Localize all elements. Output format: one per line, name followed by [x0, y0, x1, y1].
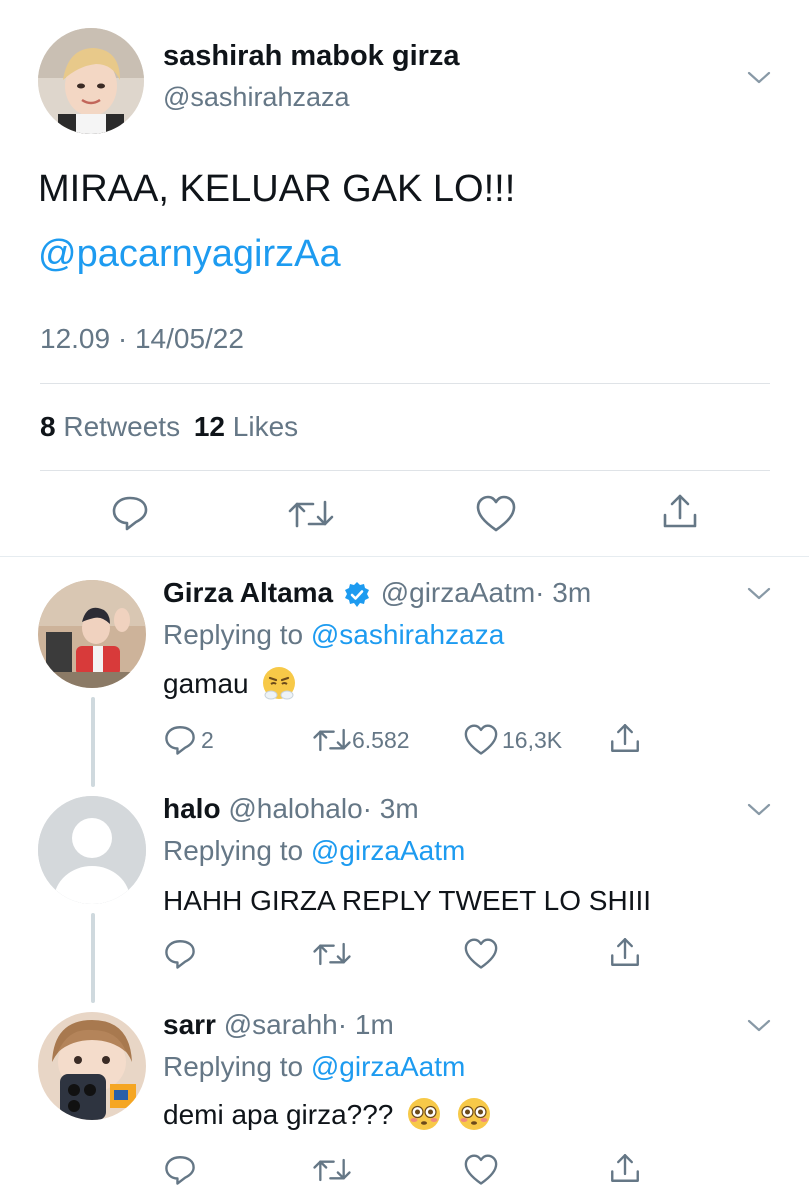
reply-avatar-default[interactable]: [38, 796, 146, 904]
tweet-text: MIRAA, KELUAR GAK LO!!!: [38, 168, 516, 210]
section-divider: [0, 556, 809, 557]
reply-avatar[interactable]: [38, 580, 146, 688]
verified-badge-icon: [344, 581, 369, 607]
share-icon[interactable]: [608, 935, 642, 969]
reply-author-handle[interactable]: @halohalo: [228, 793, 362, 824]
reply-author-handle[interactable]: @girzaAatm: [381, 577, 535, 608]
divider: [40, 470, 770, 471]
retweets-label[interactable]: Retweets: [63, 411, 180, 442]
main-author-name[interactable]: sashirah mabok girza: [163, 40, 460, 73]
chevron-down-icon[interactable]: [747, 587, 771, 601]
likes-label[interactable]: Likes: [233, 411, 298, 442]
reply-time[interactable]: · 3m: [363, 793, 419, 824]
reply-avatar[interactable]: [38, 1012, 146, 1120]
reply-header: Girza Altama @girzaAatm· 3m: [163, 577, 591, 609]
likes-count[interactable]: 12: [194, 411, 225, 442]
like-heart-icon[interactable]: [475, 495, 517, 533]
retweet-count[interactable]: 6.582: [352, 727, 410, 754]
retweet-icon[interactable]: [287, 496, 335, 532]
reply-text-content: demi apa girza???: [163, 1099, 394, 1130]
replying-to-line: Replying to @girzaAatm: [163, 1051, 465, 1083]
chevron-down-icon[interactable]: [747, 1019, 771, 1033]
main-author-handle[interactable]: @sashirahzaza: [163, 82, 350, 113]
reply-icon[interactable]: [163, 1153, 197, 1187]
reply-icon[interactable]: [163, 723, 197, 757]
reply-author-name[interactable]: halo: [163, 793, 221, 824]
tweet-timestamp[interactable]: 12.09 · 14/05/22: [40, 323, 244, 355]
replying-to-label: Replying to: [163, 1051, 304, 1082]
reply-time[interactable]: · 3m: [535, 577, 591, 608]
face-with-steam-from-nose-emoji-icon: [263, 666, 296, 700]
share-icon[interactable]: [660, 491, 700, 531]
thread-line: [91, 913, 95, 1003]
reply-text: gamau: [163, 666, 298, 702]
reply-text-content: gamau: [163, 668, 249, 699]
flushed-face-emoji-icon: [408, 1097, 441, 1130]
reply-count[interactable]: 2: [201, 727, 214, 754]
like-count[interactable]: 16,3K: [502, 727, 562, 754]
flushed-face-emoji-icon: [457, 1097, 490, 1130]
reply-header: halo @halohalo· 3m: [163, 793, 419, 825]
reply-author-name[interactable]: Girza Altama: [163, 577, 333, 608]
replying-to-mention[interactable]: @girzaAatm: [311, 835, 465, 866]
tweet-mention-link[interactable]: @pacarnyagirzAa: [38, 233, 341, 276]
replying-to-label: Replying to: [163, 619, 304, 650]
replying-to-line: Replying to @sashirahzaza: [163, 619, 504, 651]
reply-icon[interactable]: [163, 937, 197, 971]
retweet-icon[interactable]: [312, 1155, 352, 1185]
replying-to-line: Replying to @girzaAatm: [163, 835, 465, 867]
like-heart-icon[interactable]: [463, 1154, 499, 1186]
like-heart-icon[interactable]: [463, 938, 499, 970]
retweets-count[interactable]: 8: [40, 411, 56, 442]
replying-to-mention[interactable]: @sashirahzaza: [311, 619, 504, 650]
thread-line: [91, 697, 95, 787]
share-icon[interactable]: [608, 1151, 642, 1185]
share-icon[interactable]: [608, 721, 642, 755]
reply-header: sarr @sarahh· 1m: [163, 1009, 394, 1041]
retweet-icon[interactable]: [312, 725, 352, 755]
tweet-stats: 8 Retweets 12 Likes: [40, 411, 298, 443]
reply-text: demi apa girza???: [163, 1097, 493, 1133]
main-author-avatar[interactable]: [38, 28, 144, 134]
reply-icon[interactable]: [110, 493, 150, 533]
chevron-down-icon[interactable]: [747, 803, 771, 817]
like-heart-icon[interactable]: [463, 724, 499, 756]
divider: [40, 383, 770, 384]
reply-text: HAHH GIRZA REPLY TWEET LO SHIII: [163, 885, 652, 916]
reply-time[interactable]: · 1m: [338, 1009, 394, 1040]
retweet-icon[interactable]: [312, 939, 352, 969]
reply-author-name[interactable]: sarr: [163, 1009, 216, 1040]
replying-to-label: Replying to: [163, 835, 304, 866]
replying-to-mention[interactable]: @girzaAatm: [311, 1051, 465, 1082]
reply-author-handle[interactable]: @sarahh: [224, 1009, 338, 1040]
chevron-down-icon[interactable]: [747, 71, 771, 85]
